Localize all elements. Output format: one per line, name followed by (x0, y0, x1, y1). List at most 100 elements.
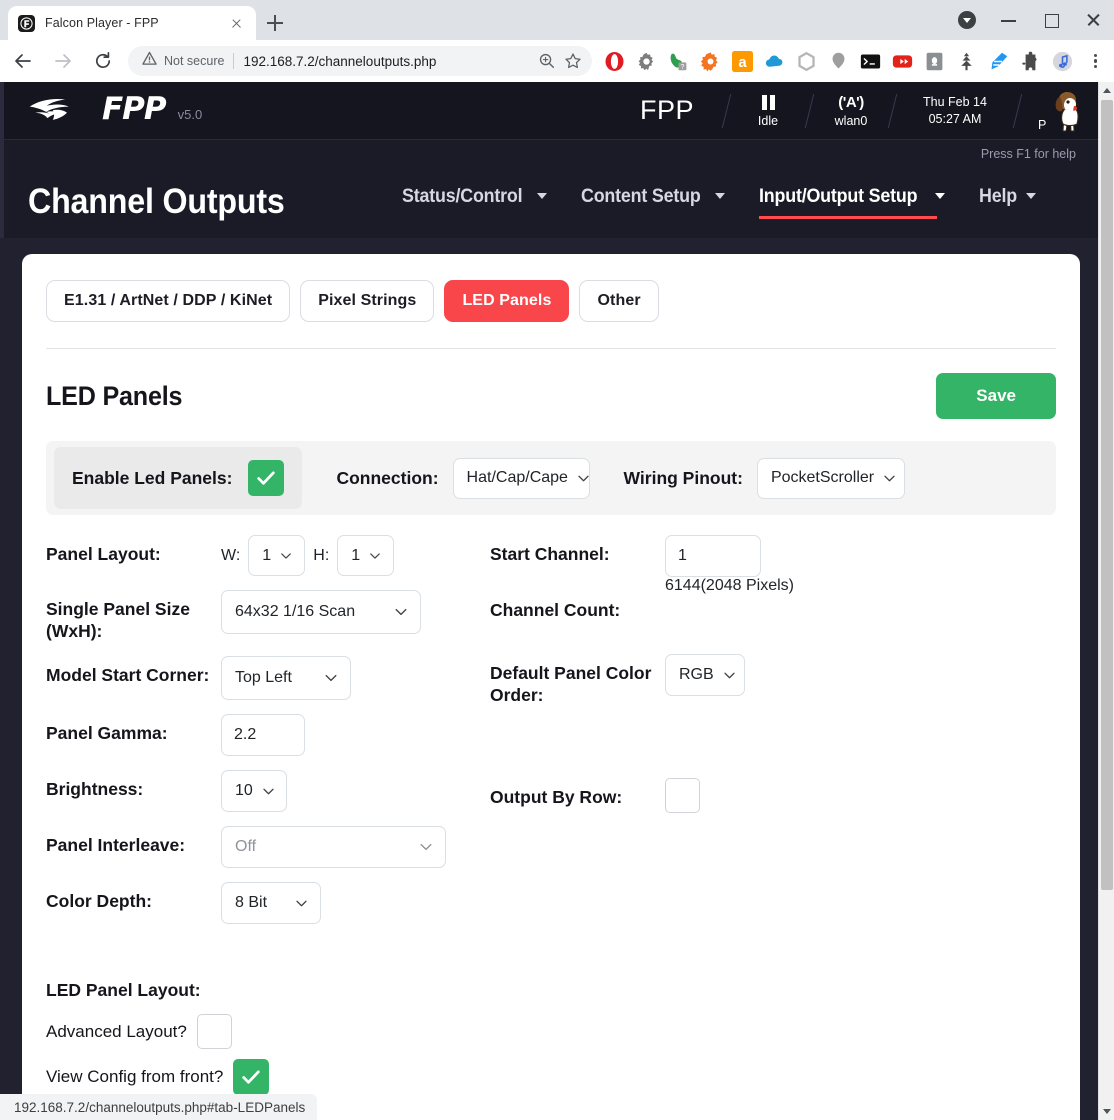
chevron-down-icon (323, 670, 339, 686)
connection-select[interactable]: Hat/Cap/Cape (453, 458, 590, 499)
back-arrow-icon[interactable] (6, 44, 40, 78)
page-scrollbar[interactable] (1098, 82, 1114, 1120)
book-icon[interactable] (921, 48, 947, 74)
field-channel-count: Channel Count: 6144(2048 Pixels) (490, 591, 1056, 632)
opera-icon[interactable] (601, 48, 627, 74)
cloud-icon[interactable] (761, 48, 787, 74)
player-status[interactable]: Idle (741, 93, 795, 128)
field-start-channel: Start Channel: 1 (490, 535, 1056, 577)
download-indicator-icon[interactable] (946, 0, 988, 40)
browser-tab[interactable]: Falcon Player - FPP (8, 6, 256, 40)
tab-e131-artnet-ddp-kinet[interactable]: E1.31 / ArtNet / DDP / KiNet (46, 280, 290, 322)
field-label: Panel Layout: (46, 535, 221, 566)
nav-item-input-output-setup[interactable]: Input/Output Setup (759, 186, 944, 219)
address-bar[interactable]: Not secure 192.168.7.2/channeloutputs.ph… (128, 46, 592, 76)
wifi-icon: ('A') (824, 93, 878, 112)
default-panel-color-order-value: RGB (679, 666, 714, 684)
brightness-value: 10 (235, 782, 253, 800)
scroll-up-button[interactable] (1099, 82, 1114, 98)
field-output-by-row: Output By Row: (490, 778, 1056, 819)
orange-gear-icon[interactable] (697, 48, 723, 74)
nav-item-content-setup[interactable]: Content Setup (581, 186, 725, 219)
color-depth-select[interactable]: 8 Bit (221, 882, 321, 924)
nav-label: Content Setup (581, 186, 701, 208)
advanced-layout-checkbox[interactable] (197, 1014, 232, 1049)
panel-gamma-input[interactable]: 2.2 (221, 714, 305, 756)
close-icon[interactable] (226, 13, 246, 33)
panel-layout-w-select[interactable]: 1 (248, 535, 305, 576)
chevron-down-icon (537, 193, 547, 199)
chevron-down-icon (294, 896, 309, 911)
model-start-corner-value: Top Left (235, 669, 292, 687)
editor-icon[interactable] (985, 48, 1011, 74)
puzzle-piece-icon[interactable] (1017, 48, 1043, 74)
field-label: Brightness: (46, 770, 221, 801)
gear-icon[interactable] (633, 48, 659, 74)
terminal-icon[interactable] (857, 48, 883, 74)
tab-other[interactable]: Other (579, 280, 658, 322)
form-column-left: Panel Layout: W: 1 H: 1 (46, 535, 476, 938)
divider (888, 94, 897, 128)
help-hint: Press F1 for help (981, 147, 1076, 161)
panel-layout-w-value: 1 (262, 547, 271, 565)
security-status-label: Not secure (164, 54, 224, 68)
status-bar: 192.168.7.2/channeloutputs.php#tab-LEDPa… (0, 1094, 317, 1120)
fpp-topbar: FPP v5.0 FPP Idle ('A') wlan0 (0, 82, 1098, 140)
output-by-row-checkbox[interactable] (665, 778, 700, 813)
view-config-front-label: View Config from front? (46, 1067, 223, 1087)
enable-panels-label: Enable Led Panels: (72, 468, 232, 489)
divider (722, 94, 731, 128)
hexagon-icon[interactable] (793, 48, 819, 74)
single-panel-size-select[interactable]: 64x32 1/16 Scan (221, 590, 421, 634)
wiring-pinout-select[interactable]: PocketScroller (757, 458, 905, 499)
panel-layout-h-value: 1 (351, 547, 360, 565)
view-config-front-checkbox[interactable] (233, 1059, 269, 1095)
default-panel-color-order-select[interactable]: RGB (665, 654, 745, 696)
enable-panels-checkbox[interactable] (248, 460, 284, 496)
fpp-logo[interactable]: FPP v5.0 (28, 94, 202, 128)
panel-settings-form: Panel Layout: W: 1 H: 1 (46, 535, 1056, 938)
amazon-icon[interactable]: a (729, 48, 755, 74)
panel-interleave-select[interactable]: Off (221, 826, 446, 868)
reload-icon[interactable] (86, 44, 120, 78)
scroll-down-button[interactable] (1099, 1104, 1114, 1120)
start-channel-input[interactable]: 1 (665, 535, 761, 577)
section-title: LED Panels (46, 381, 182, 412)
save-button[interactable]: Save (936, 373, 1056, 419)
window-controls (946, 0, 1114, 40)
close-icon[interactable] (1072, 0, 1114, 40)
panel-layout-h-select[interactable]: 1 (337, 535, 394, 576)
scrollbar-thumb[interactable] (1101, 100, 1113, 890)
connection-value: Hat/Cap/Cape (467, 469, 568, 487)
field-label: Color Depth: (46, 882, 221, 913)
player-status-label: Idle (741, 114, 795, 128)
browser-window: Falcon Player - FPP (0, 0, 1114, 1120)
check-icon (240, 1066, 262, 1088)
minimize-icon[interactable] (988, 0, 1030, 40)
kebab-menu-icon[interactable] (1082, 48, 1108, 74)
browser-toolbar: Not secure 192.168.7.2/channeloutputs.ph… (0, 40, 1114, 82)
nav-item-status-control[interactable]: Status/Control (402, 186, 547, 219)
phone-contacts-icon[interactable]: ? (665, 48, 691, 74)
brightness-select[interactable]: 10 (221, 770, 287, 812)
maximize-icon[interactable] (1030, 0, 1072, 40)
panel-layout-h-label: H: (313, 547, 329, 565)
star-icon[interactable] (560, 48, 586, 74)
field-panel-gamma: Panel Gamma: 2.2 (46, 714, 476, 756)
avatar[interactable]: P (1036, 88, 1084, 134)
nav-item-help[interactable]: Help (979, 186, 1036, 219)
model-start-corner-select[interactable]: Top Left (221, 656, 351, 700)
balloon-icon[interactable] (825, 48, 851, 74)
music-note-icon[interactable] (1049, 48, 1075, 74)
clock-time: 05:27 AM (907, 111, 1003, 128)
tree-icon[interactable] (953, 48, 979, 74)
beagle-dog-avatar (1040, 88, 1086, 134)
network-status[interactable]: ('A') wlan0 (824, 93, 878, 128)
tab-pixel-strings[interactable]: Pixel Strings (300, 280, 434, 322)
zoom-in-icon[interactable] (534, 48, 560, 74)
new-tab-button[interactable] (262, 10, 288, 36)
clock-date: Thu Feb 14 (907, 94, 1003, 111)
youtube-icon[interactable] (889, 48, 915, 74)
fpp-version: v5.0 (178, 107, 203, 122)
tab-led-panels[interactable]: LED Panels (444, 280, 569, 322)
